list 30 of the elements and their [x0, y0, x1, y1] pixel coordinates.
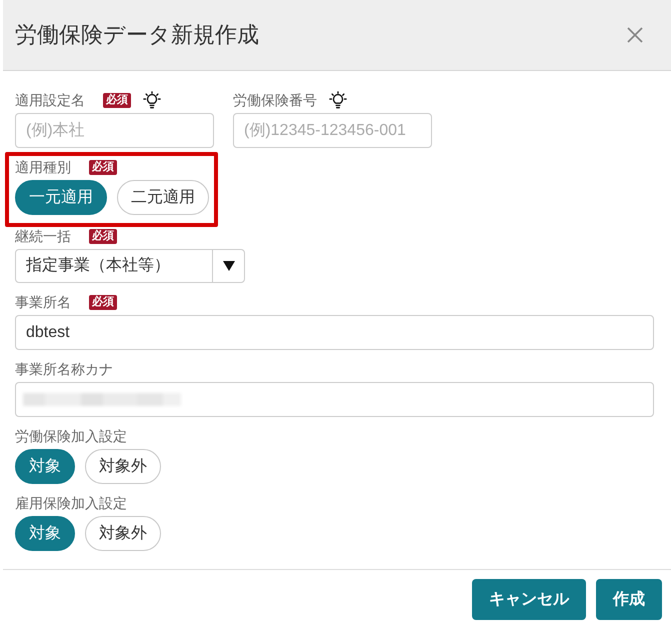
- field-label: 労働保険加入設定: [15, 429, 127, 443]
- footer-button[interactable]: 作成: [596, 579, 662, 620]
- field-label: 雇用保険加入設定: [15, 496, 127, 510]
- input-field[interactable]: (例)12345-123456-001: [233, 113, 432, 148]
- field-label: 適用設定名: [15, 93, 85, 107]
- caret-icon: [222, 261, 234, 271]
- toggle-button[interactable]: 対象外: [85, 449, 161, 484]
- required-badge: 必須: [89, 294, 117, 310]
- field-label: 労働保険番号: [233, 93, 317, 107]
- lightbulb-icon[interactable]: [329, 91, 347, 109]
- close-icon[interactable]: [627, 27, 643, 43]
- required-badge: 必須: [89, 228, 117, 244]
- input-field[interactable]: dbtest: [15, 315, 654, 350]
- input-field[interactable]: (例)本社: [15, 113, 214, 148]
- field-label: 事業所名: [15, 295, 71, 309]
- required-badge: 必須: [89, 160, 117, 174]
- input-field[interactable]: [15, 382, 654, 417]
- footer-button[interactable]: キャンセル: [472, 579, 586, 620]
- toggle-button[interactable]: 対象: [15, 449, 75, 484]
- field-label: 適用種別: [15, 160, 71, 174]
- toggle-button[interactable]: 二元適用: [117, 180, 209, 215]
- field-label: 継続一括: [15, 229, 71, 243]
- required-badge: 必須: [103, 92, 131, 108]
- toggle-button[interactable]: 対象: [15, 516, 75, 551]
- toggle-button[interactable]: 対象外: [85, 516, 161, 551]
- toggle-button[interactable]: 一元適用: [15, 180, 107, 215]
- lightbulb-icon[interactable]: [143, 91, 161, 109]
- dialog-title: 労働保険データ新規作成: [15, 24, 259, 46]
- dropdown-field[interactable]: 指定事業（本社等）: [15, 249, 245, 283]
- field-label: 事業所名称カナ: [15, 362, 113, 376]
